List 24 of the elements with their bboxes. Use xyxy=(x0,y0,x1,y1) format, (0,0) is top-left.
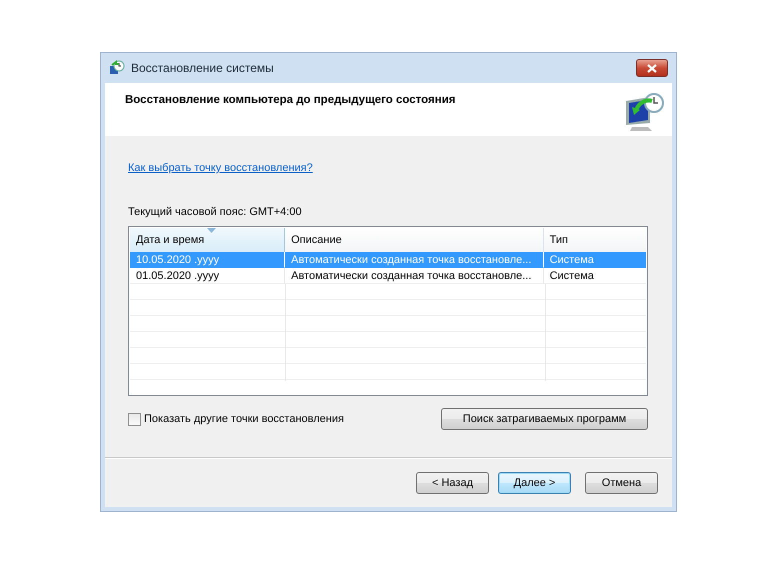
table-cell: Система xyxy=(544,252,646,268)
table-cell: Система xyxy=(544,268,646,284)
column-header[interactable]: Тип xyxy=(544,228,646,252)
checkbox-label[interactable]: Показать другие точки восстановления xyxy=(144,413,344,425)
table-cell: Автоматически созданная точка восстановле... xyxy=(285,252,544,268)
window-title: Восстановление системы xyxy=(131,61,275,75)
dialog-button[interactable]: Отмена xyxy=(585,472,658,494)
table-cell: Автоматически созданная точка восстановле... xyxy=(285,268,544,284)
help-link[interactable]: Как выбрать точку восстановления? xyxy=(128,162,313,174)
timezone-label: Текущий часовой пояс: GMT+4:00 xyxy=(128,206,302,218)
table-row[interactable]: 01.05.2020 .yyyy Автоматически созданная точка восстановле... Система xyxy=(130,268,646,284)
dialog-button[interactable]: Далее > xyxy=(498,472,571,494)
checkbox[interactable] xyxy=(128,412,141,426)
restore-icon xyxy=(109,60,125,76)
sort-arrow-icon xyxy=(207,228,216,233)
column-header[interactable]: Описание xyxy=(285,228,544,252)
table-cell: 01.05.2020 .yyyy xyxy=(130,268,286,284)
page-heading: Восстановление компьютера до предыдущего состояния xyxy=(125,94,456,106)
scan-button[interactable]: Поиск затрагиваемых программ xyxy=(441,408,648,430)
column-header[interactable]: Дата и время xyxy=(130,228,286,252)
table-cell: 10.05.2020 .yyyy xyxy=(130,252,286,268)
close-button[interactable] xyxy=(636,59,668,77)
close-icon xyxy=(647,64,657,72)
dialog-button[interactable]: < Назад xyxy=(416,472,489,494)
